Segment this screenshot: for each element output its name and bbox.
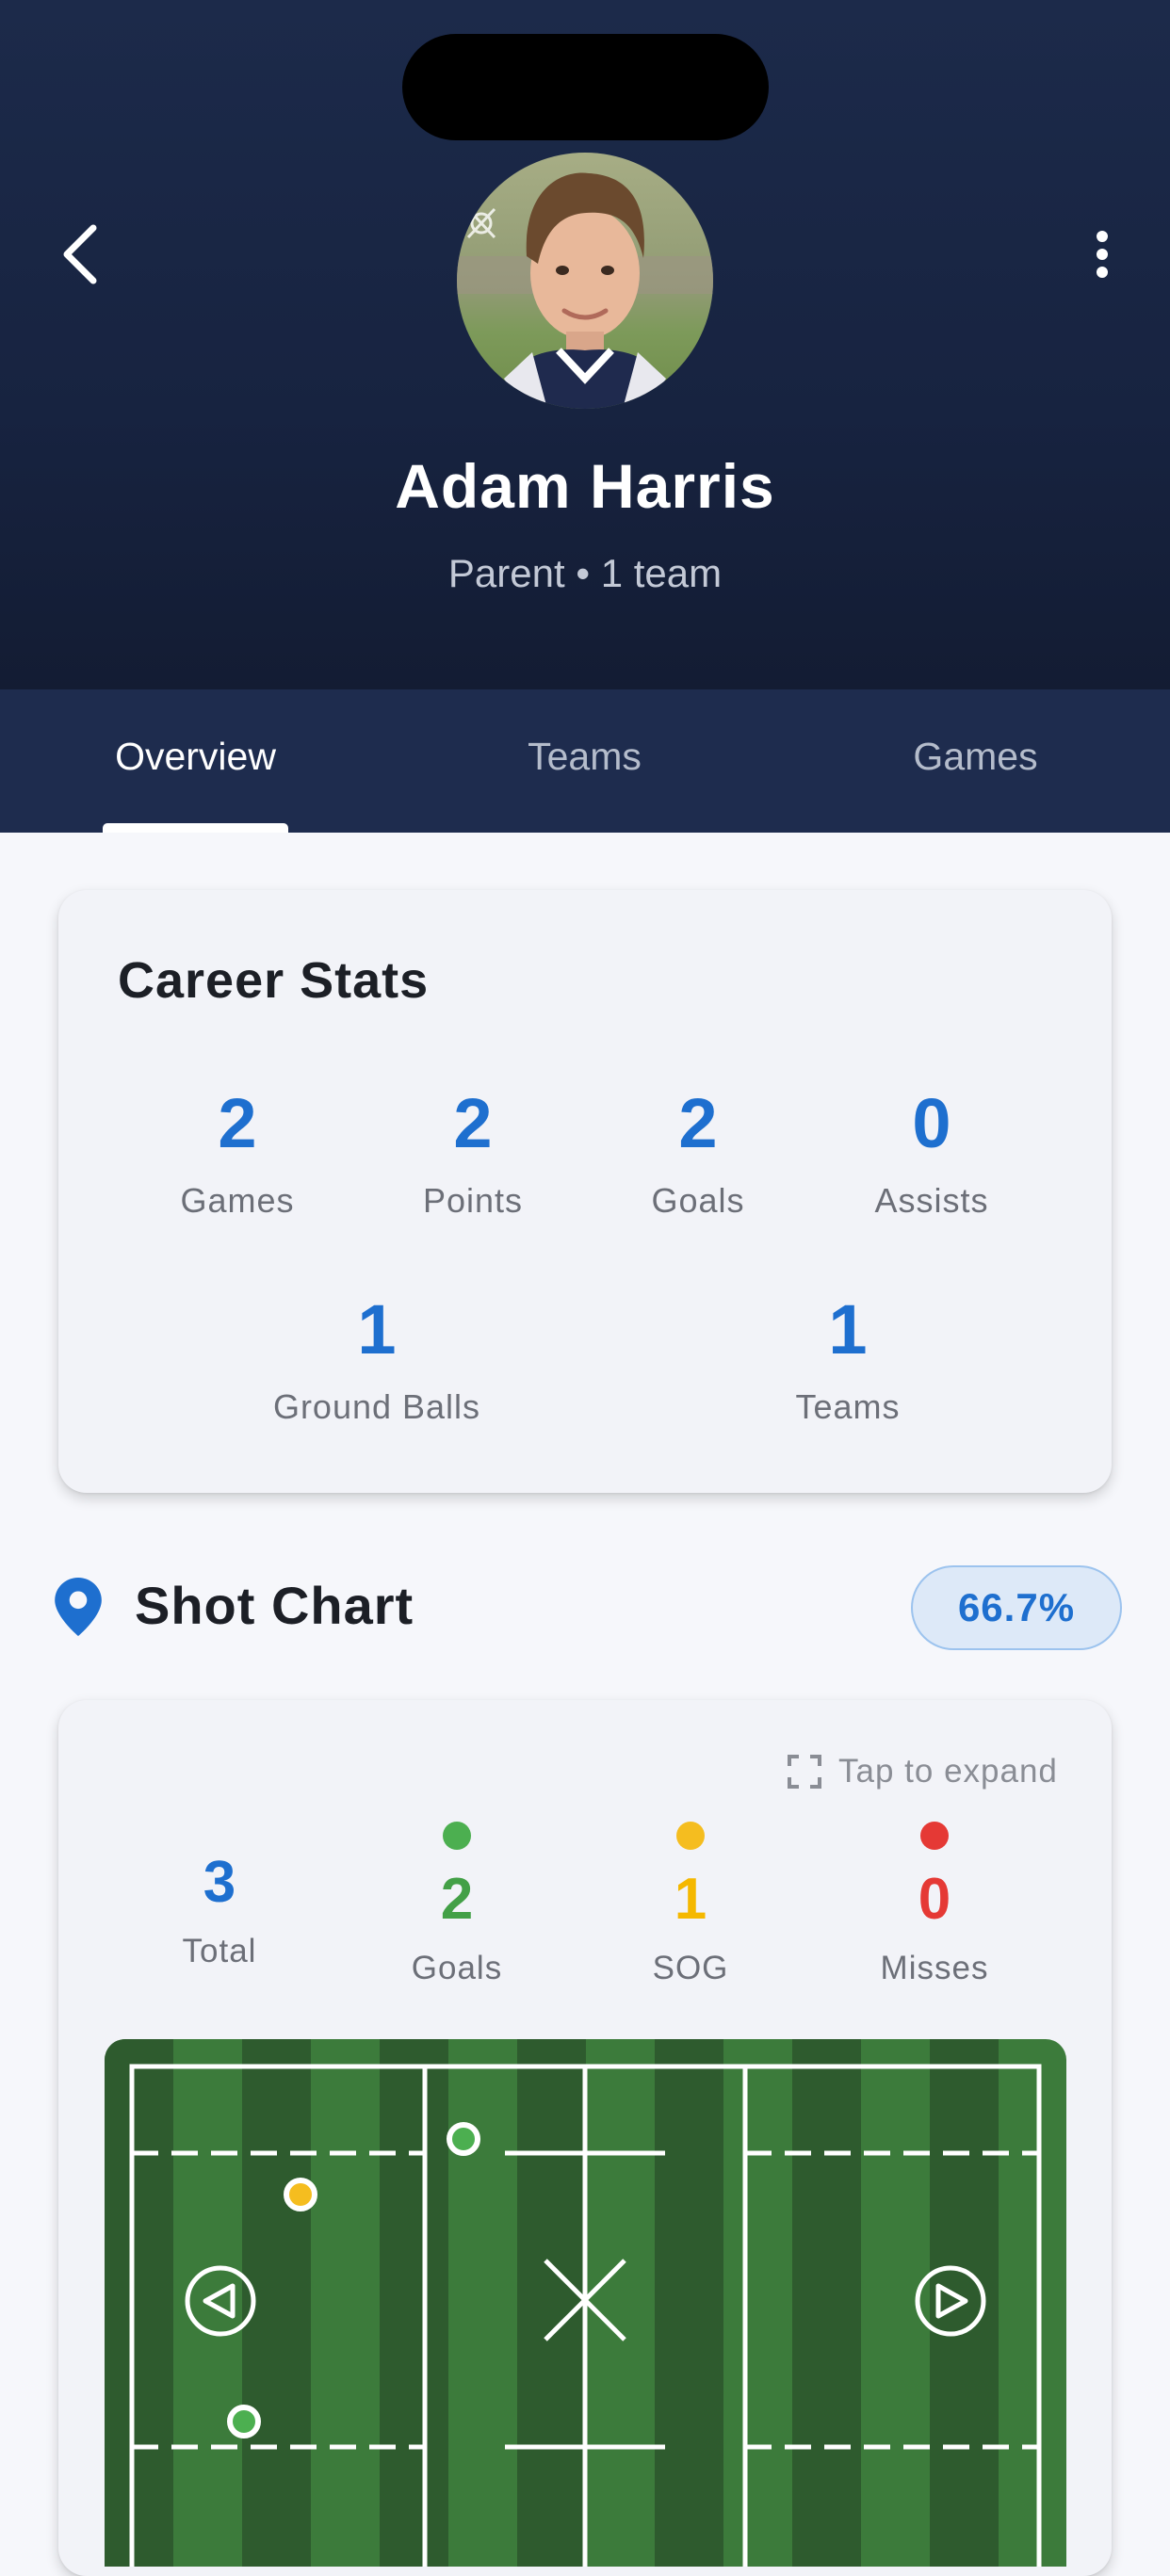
more-vertical-icon	[1097, 231, 1108, 242]
expand-label: Tap to expand	[838, 1753, 1058, 1790]
shot-marker-goal[interactable]	[447, 2122, 480, 2156]
shot-marker-goal[interactable]	[227, 2405, 261, 2438]
shot-stat-label: Goals	[411, 1950, 503, 1986]
stat-label: Games	[180, 1181, 295, 1220]
stat-goals: 2 Goals	[604, 1089, 792, 1221]
shot-marker-sog[interactable]	[284, 2178, 317, 2211]
shot-stat-label: SOG	[652, 1950, 729, 1986]
back-button[interactable]	[47, 217, 113, 292]
stat-value: 1	[357, 1290, 397, 1369]
avatar	[457, 153, 713, 409]
stat-ground-balls: 1 Ground Balls	[236, 1295, 518, 1427]
tab-overview[interactable]: Overview	[57, 689, 334, 833]
shot-stat-value: 3	[203, 1850, 236, 1915]
active-tab-indicator	[103, 823, 288, 833]
shot-stat-value: 2	[440, 1867, 474, 1932]
stat-label: Ground Balls	[272, 1387, 481, 1426]
shot-stat-label: Total	[182, 1933, 257, 1969]
stat-value: 1	[828, 1290, 868, 1369]
device-notch	[402, 34, 769, 140]
expand-icon	[788, 1755, 821, 1789]
more-options-button[interactable]	[1079, 217, 1126, 292]
stat-assists: 0 Assists	[837, 1089, 1026, 1221]
shot-stat-misses: 0 Misses	[840, 1822, 1029, 1987]
shot-stat-label: Misses	[880, 1950, 989, 1986]
profile-name: Adam Harris	[395, 451, 775, 521]
shot-stat-goals: 2 Goals	[363, 1822, 551, 1987]
shot-stat-value: 0	[918, 1867, 951, 1932]
stat-value: 2	[678, 1084, 718, 1162]
tab-games[interactable]: Games	[837, 689, 1114, 833]
career-stats-title: Career Stats	[118, 952, 430, 1009]
stat-value: 0	[912, 1084, 951, 1162]
tap-to-expand-button[interactable]: Tap to expand	[788, 1752, 1058, 1791]
stat-label: Goals	[651, 1181, 745, 1220]
lacrosse-field[interactable]	[105, 2039, 1066, 2567]
stat-teams: 1 Teams	[707, 1295, 989, 1427]
shot-stat-value: 1	[674, 1867, 707, 1932]
tab-teams[interactable]: Teams	[446, 689, 723, 833]
shot-stat-total: 3 Total	[125, 1854, 314, 1970]
location-pin-icon	[55, 1578, 102, 1636]
stat-games: 2 Games	[143, 1089, 332, 1221]
shot-stat-sog: 1 SOG	[596, 1822, 785, 1987]
stat-label: Points	[422, 1181, 524, 1220]
stat-value: 2	[218, 1084, 257, 1162]
shot-percentage-badge: 66.7%	[911, 1565, 1122, 1650]
profile-subtitle: Parent • 1 team	[447, 551, 723, 595]
yellow-dot-icon	[676, 1822, 705, 1850]
shot-chart-title: Shot Chart	[135, 1576, 414, 1635]
chevron-left-icon	[63, 224, 97, 284]
stat-label: Teams	[795, 1387, 901, 1426]
stat-points: 2 Points	[379, 1089, 567, 1221]
tab-bar: Overview Teams Games	[0, 689, 1170, 833]
stat-label: Assists	[874, 1181, 989, 1220]
red-dot-icon	[920, 1822, 949, 1850]
stat-value: 2	[453, 1084, 493, 1162]
green-dot-icon	[443, 1822, 471, 1850]
